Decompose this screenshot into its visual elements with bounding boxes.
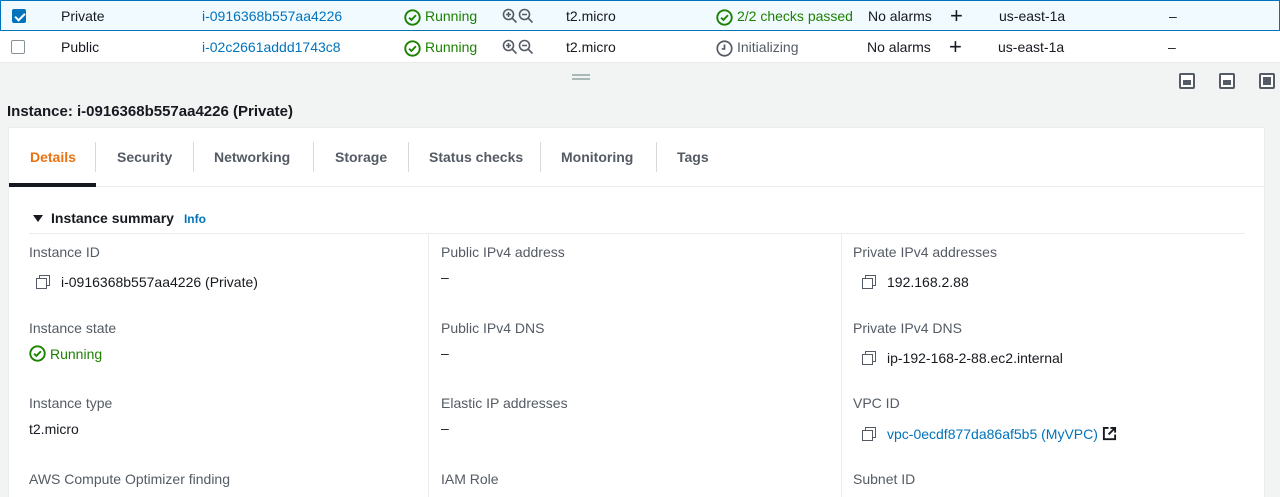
optimizer-label: AWS Compute Optimizer finding <box>29 471 230 487</box>
instance-name: Private <box>61 8 105 24</box>
table-row[interactable]: Private i-0916368b557aa4226 Running t2.m… <box>0 0 1280 31</box>
vpc-id-link[interactable]: vpc-0ecdf877da86af5b5 (MyVPC) <box>887 426 1098 442</box>
subnet-id-label: Subnet ID <box>853 471 916 487</box>
details-panel: Details Security Networking Storage Stat… <box>8 127 1265 497</box>
instance-state-text: Running <box>425 8 478 24</box>
tab-divider <box>408 142 409 172</box>
tab-tags[interactable]: Tags <box>677 128 709 187</box>
panel-full-icon[interactable] <box>1259 73 1275 89</box>
tab-divider <box>193 142 194 172</box>
tab-divider <box>95 142 96 172</box>
column-divider <box>428 234 429 497</box>
tab-status-checks[interactable]: Status checks <box>429 128 523 187</box>
caret-down-icon <box>33 215 43 222</box>
tab-divider <box>540 142 541 172</box>
vpc-id-value: vpc-0ecdf877da86af5b5 (MyVPC) <box>862 426 1117 442</box>
tab-networking[interactable]: Networking <box>214 128 290 187</box>
iam-role-label: IAM Role <box>441 471 499 487</box>
alarm-status: No alarms <box>867 39 931 55</box>
instance-id-text: i-0916368b557aa4226 (Private) <box>61 274 258 290</box>
tab-bar: Details Security Networking Storage Stat… <box>9 128 1264 187</box>
instance-state: Running <box>404 32 477 63</box>
plus-icon[interactable]: + <box>950 5 963 27</box>
section-heading: Instance summary <box>51 210 174 226</box>
vpc-id-label: VPC ID <box>853 395 900 411</box>
instance-summary-toggle[interactable]: Instance summary Info <box>33 210 206 226</box>
instance-id-link[interactable]: i-02c2661addd1743c8 <box>202 32 341 63</box>
instance-id-value: i-0916368b557aa4226 (Private) <box>36 274 258 290</box>
copy-icon[interactable] <box>862 275 876 289</box>
tab-details[interactable]: Details <box>30 128 76 187</box>
private-dns-value: ip-192-168-2-88.ec2.internal <box>862 350 1063 366</box>
tab-divider <box>656 142 657 172</box>
instance-type: t2.micro <box>566 8 616 24</box>
copy-icon[interactable] <box>862 351 876 365</box>
public-dns-label: Public IPv4 DNS <box>441 320 545 336</box>
private-ipv4-label: Private IPv4 addresses <box>853 244 997 260</box>
public-dns: – <box>1169 8 1177 24</box>
row-checkbox[interactable] <box>11 40 25 54</box>
instance-state-label: Instance state <box>29 320 117 336</box>
zoom-out-icon[interactable] <box>518 39 534 58</box>
panel-split-icon[interactable] <box>1219 73 1235 89</box>
tab-monitoring[interactable]: Monitoring <box>561 128 633 187</box>
public-ipv4-value: – <box>441 269 449 285</box>
instances-table: Private i-0916368b557aa4226 Running t2.m… <box>0 0 1280 63</box>
elastic-ip-value: – <box>441 420 449 436</box>
instance-state-value: Running <box>29 345 102 362</box>
tab-security[interactable]: Security <box>117 128 172 187</box>
elastic-ip-label: Elastic IP addresses <box>441 395 568 411</box>
divider <box>29 233 1245 234</box>
alarm-status: No alarms <box>868 8 932 24</box>
public-dns: – <box>1168 39 1176 55</box>
tab-storage[interactable]: Storage <box>335 128 387 187</box>
zoom-out-icon[interactable] <box>518 8 534 27</box>
public-dns-value: – <box>441 345 449 361</box>
resize-handle[interactable] <box>572 74 590 80</box>
instance-summary: Instance summary Info Instance ID i-09163… <box>29 186 1245 497</box>
copy-icon[interactable] <box>862 427 876 441</box>
status-check-text: Initializing <box>737 39 799 55</box>
zoom-in-icon[interactable] <box>502 39 518 58</box>
table-row[interactable]: Public i-02c2661addd1743c8 Running t2.mi… <box>0 32 1280 63</box>
instance-id-link[interactable]: i-0916368b557aa4226 <box>202 1 342 32</box>
info-link[interactable]: Info <box>184 212 206 226</box>
availability-zone: us-east-1a <box>999 8 1066 24</box>
instance-type: t2.micro <box>566 39 616 55</box>
page-title: Instance: i-0916368b557aa4226 (Private) <box>7 103 294 120</box>
private-dns-text: ip-192-168-2-88.ec2.internal <box>887 350 1063 366</box>
clock-icon <box>716 40 733 57</box>
private-ipv4-value: 192.168.2.88 <box>862 274 969 290</box>
status-check: 2/2 checks passed <box>716 1 853 32</box>
status-ok-icon <box>29 345 46 362</box>
instance-state-text: Running <box>50 346 103 362</box>
public-ipv4-label: Public IPv4 address <box>441 244 565 260</box>
instance-state: Running <box>404 1 477 32</box>
external-link-icon[interactable] <box>1102 426 1117 441</box>
row-checkbox[interactable] <box>12 9 26 23</box>
copy-icon[interactable] <box>36 275 50 289</box>
private-dns-label: Private IPv4 DNS <box>853 320 962 336</box>
status-ok-icon <box>716 9 733 26</box>
zoom-in-icon[interactable] <box>502 8 518 27</box>
status-ok-icon <box>404 9 421 26</box>
status-check: Initializing <box>716 32 798 63</box>
instance-id-label: Instance ID <box>29 244 100 260</box>
plus-icon[interactable]: + <box>949 36 962 58</box>
status-ok-icon <box>404 40 421 57</box>
instance-name: Public <box>61 39 100 55</box>
availability-zone: us-east-1a <box>998 39 1065 55</box>
status-check-text: 2/2 checks passed <box>737 8 853 24</box>
panel-bottom-icon[interactable] <box>1179 73 1195 89</box>
private-ipv4-text: 192.168.2.88 <box>887 274 969 290</box>
column-divider <box>841 234 842 497</box>
instance-state-text: Running <box>425 39 478 55</box>
instance-type-label: Instance type <box>29 395 113 411</box>
tab-divider <box>313 142 314 172</box>
instance-type-value: t2.micro <box>29 421 79 437</box>
